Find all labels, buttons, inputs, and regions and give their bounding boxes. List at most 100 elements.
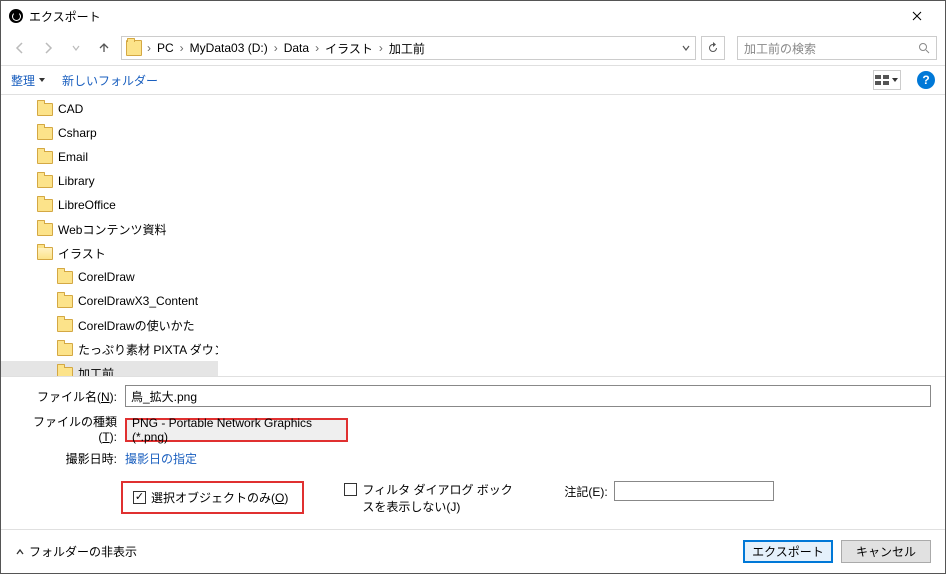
tree-item[interactable]: Csharp (1, 121, 218, 145)
chevron-down-icon (71, 43, 81, 53)
navbar: › PC › MyData03 (D:) › Data › イラスト › 加工前… (1, 31, 945, 65)
tree-item[interactable]: CAD (1, 97, 218, 121)
chevron-right-icon: › (147, 41, 151, 55)
folder-icon (57, 295, 73, 308)
arrow-up-icon (97, 41, 111, 55)
export-button[interactable]: エクスポート (743, 540, 833, 563)
tree-item-label: CorelDrawの使いかた (78, 317, 195, 334)
filename-label: ファイル名(N): (15, 388, 125, 405)
up-button[interactable] (93, 37, 115, 59)
search-placeholder: 加工前の検索 (744, 40, 918, 57)
breadcrumb-dropdown[interactable] (681, 43, 691, 53)
new-folder-button[interactable]: 新しいフォルダー (62, 72, 158, 89)
chevron-right-icon: › (379, 41, 383, 55)
breadcrumb-item[interactable]: イラスト (322, 38, 376, 59)
titlebar: エクスポート (1, 1, 945, 31)
dropdown-icon (891, 76, 899, 84)
refresh-icon (707, 42, 719, 54)
tree-item-label: CorelDraw (78, 270, 135, 284)
note-field: 注記(E): (564, 481, 773, 501)
help-button[interactable]: ? (917, 71, 935, 89)
folder-icon (37, 199, 53, 212)
date-label: 撮影日時: (15, 450, 125, 467)
recent-dropdown[interactable] (65, 37, 87, 59)
folder-icon (37, 223, 53, 236)
checkbox-icon (133, 491, 146, 504)
back-button[interactable] (9, 37, 31, 59)
folder-tree: CAD Csharp Email Library LibreOffice Webコンテンツ… (1, 95, 218, 376)
window-title: エクスポート (29, 8, 897, 25)
chevron-down-icon (681, 43, 691, 53)
tree-item[interactable]: たっぷり素材 PIXTA ダウンロ (1, 337, 218, 361)
dropdown-icon (38, 76, 46, 84)
cancel-button[interactable]: キャンセル (841, 540, 931, 563)
chevron-right-icon: › (274, 41, 278, 55)
filetype-label: ファイルの種類(T): (15, 413, 125, 444)
chevron-right-icon: › (315, 41, 319, 55)
tree-item-label: CAD (58, 102, 83, 116)
close-button[interactable] (897, 2, 937, 30)
organize-button[interactable]: 整理 (11, 72, 46, 89)
tree-item-label: Email (58, 150, 88, 164)
tree-item[interactable]: イラスト (1, 241, 218, 265)
tree-item[interactable]: CorelDraw (1, 265, 218, 289)
breadcrumb-item[interactable]: 加工前 (386, 38, 428, 59)
folder-icon (37, 247, 53, 260)
tree-item-label: イラスト (58, 245, 106, 262)
date-row: 撮影日時: 撮影日の指定 (15, 450, 931, 467)
app-icon (9, 9, 23, 23)
bottom-panel: ファイル名(N): ファイルの種類(T): PNG - Portable Net… (1, 377, 945, 529)
tree-item-label: Csharp (58, 126, 97, 140)
selected-only-highlight: 選択オブジェクトのみ(O) (121, 481, 304, 514)
chevron-right-icon: › (180, 41, 184, 55)
tree-item[interactable]: LibreOffice (1, 193, 218, 217)
folder-icon (37, 151, 53, 164)
search-icon (918, 42, 930, 54)
date-link[interactable]: 撮影日の指定 (125, 450, 197, 467)
tree-item-label: CorelDrawX3_Content (78, 294, 198, 308)
arrow-left-icon (13, 41, 27, 55)
tree-item-label: Library (58, 174, 95, 188)
filename-input[interactable] (125, 385, 931, 407)
folder-icon (57, 319, 73, 332)
view-icon (875, 75, 889, 85)
search-input[interactable]: 加工前の検索 (737, 36, 937, 60)
close-icon (912, 11, 922, 21)
refresh-button[interactable] (701, 36, 725, 60)
breadcrumb[interactable]: › PC › MyData03 (D:) › Data › イラスト › 加工前 (121, 36, 696, 60)
folder-icon (57, 367, 73, 377)
selected-only-checkbox[interactable]: 選択オブジェクトのみ(O) (133, 489, 288, 506)
chevron-up-icon (15, 547, 25, 557)
breadcrumb-item[interactable]: PC (154, 39, 177, 57)
tree-item[interactable]: CorelDrawの使いかた (1, 313, 218, 337)
arrow-right-icon (41, 41, 55, 55)
folder-icon (57, 271, 73, 284)
file-list[interactable] (218, 95, 945, 376)
breadcrumb-item[interactable]: MyData03 (D:) (187, 39, 271, 57)
footer: フォルダーの非表示 エクスポート キャンセル (1, 529, 945, 573)
tree-item[interactable]: 加工前 (1, 361, 218, 376)
breadcrumb-item[interactable]: Data (281, 39, 312, 57)
main-area: CAD Csharp Email Library LibreOffice Webコンテンツ… (1, 95, 945, 377)
filetype-select[interactable]: PNG - Portable Network Graphics (*.png) (127, 420, 346, 440)
folder-icon (57, 343, 73, 356)
tree-item[interactable]: Webコンテンツ資料 (1, 217, 218, 241)
tree-item-label: Webコンテンツ資料 (58, 221, 166, 238)
tree-item-label: 加工前 (78, 365, 114, 377)
tree-item-label: たっぷり素材 PIXTA ダウンロ (78, 341, 218, 358)
no-filter-dialog-checkbox[interactable]: フィルタ ダイアログ ボックスを表示しない(J) (344, 481, 524, 515)
view-button[interactable] (873, 70, 901, 90)
hide-folders-button[interactable]: フォルダーの非表示 (15, 543, 137, 560)
folder-icon (37, 175, 53, 188)
tree-item[interactable]: Email (1, 145, 218, 169)
note-input[interactable] (614, 481, 774, 501)
folder-icon (37, 103, 53, 116)
options-row: 選択オブジェクトのみ(O) フィルタ ダイアログ ボックスを表示しない(J) 注… (15, 481, 931, 515)
filetype-row: ファイルの種類(T): PNG - Portable Network Graph… (15, 413, 931, 444)
tree-item[interactable]: Library (1, 169, 218, 193)
note-label: 注記(E): (564, 483, 607, 500)
tree-item[interactable]: CorelDrawX3_Content (1, 289, 218, 313)
filename-row: ファイル名(N): (15, 385, 931, 407)
forward-button[interactable] (37, 37, 59, 59)
checkbox-icon (344, 483, 357, 496)
